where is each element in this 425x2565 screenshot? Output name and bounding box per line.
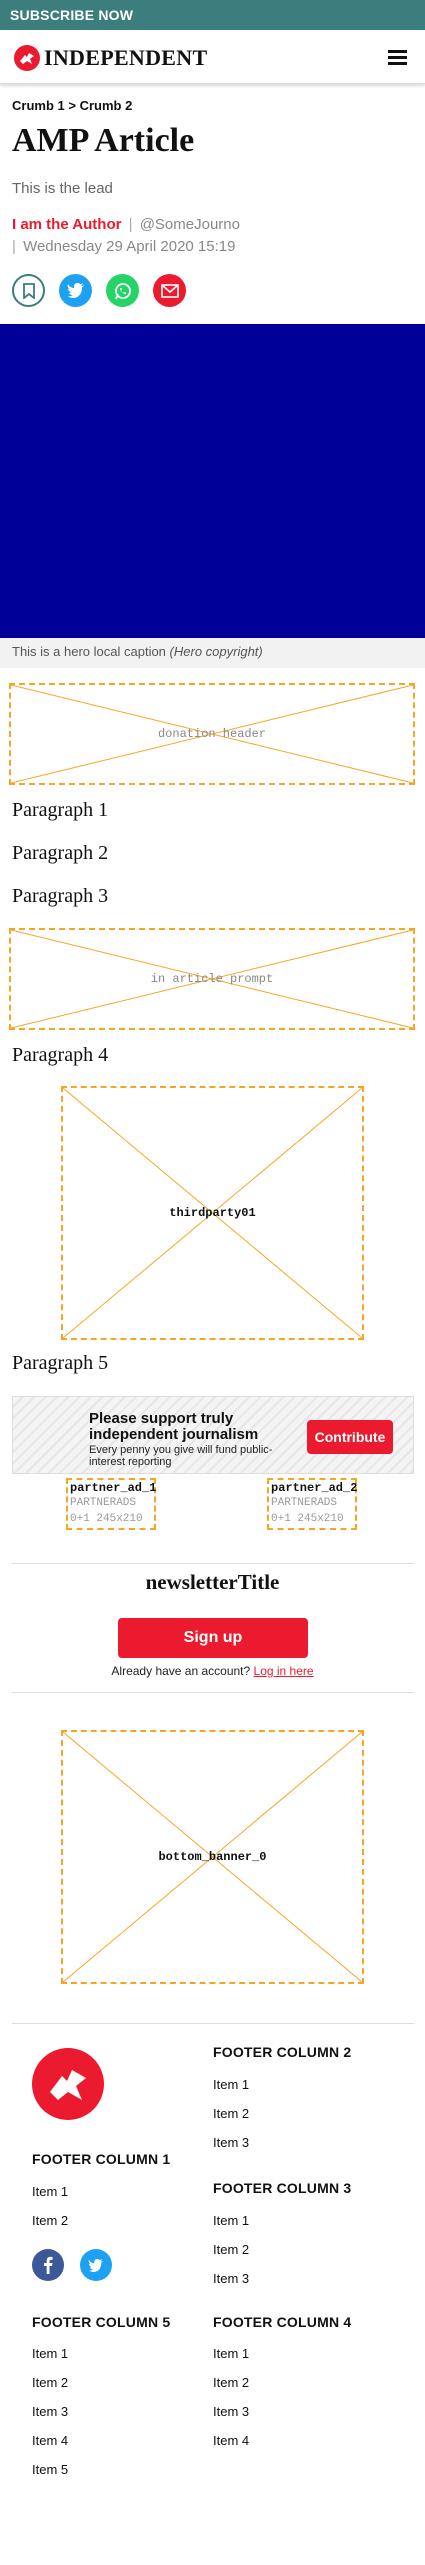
paragraph: Paragraph 4 [12, 1044, 109, 1066]
login-link[interactable]: Log in here [254, 1664, 314, 1678]
footer-link[interactable]: Item 3 [213, 2404, 249, 2419]
whatsapp-icon[interactable] [106, 274, 139, 307]
donation-header-placeholder: donation header [9, 683, 415, 785]
partner-ad-name: partner_ad_2 [271, 1481, 358, 1495]
placeholder-label: bottom_banner_0 [158, 1850, 267, 1864]
facebook-icon[interactable] [32, 2249, 64, 2281]
paragraph: Paragraph 5 [12, 1352, 109, 1374]
bottom-banner-placeholder: bottom_banner_0 [61, 1730, 364, 1984]
footer-link[interactable]: Item 1 [32, 2184, 68, 2199]
donation-banner: Please support truly independent journal… [12, 1396, 414, 1474]
twitter-icon[interactable] [80, 2249, 112, 2281]
partner-ad-size: 0+1 245x210 [70, 1513, 143, 1525]
byline-separator: | [128, 216, 133, 233]
partner-ad[interactable]: partner_ad_1 PARTNERADS 0+1 245x210 [66, 1478, 156, 1530]
hero-caption: This is a hero local caption (Hero copyr… [0, 638, 425, 668]
publish-date: Wednesday 29 April 2020 15:19 [23, 238, 236, 255]
in-article-prompt-placeholder: in article prompt [9, 928, 415, 1030]
footer-link[interactable]: Item 2 [213, 2242, 249, 2257]
divider [12, 1563, 414, 1564]
footer-column-title: FOOTER COLUMN 2 [213, 2044, 352, 2060]
divider [12, 1692, 414, 1693]
paragraph: Paragraph 2 [12, 842, 109, 864]
donation-headline: Please support truly independent journal… [89, 1410, 259, 1443]
article-lead: This is the lead [12, 180, 113, 197]
partner-ad-network: PARTNERADS [271, 1497, 338, 1509]
hero-caption-text: This is a hero local caption [12, 644, 166, 659]
placeholder-label: thirdparty01 [169, 1206, 256, 1220]
footer-link[interactable]: Item 2 [32, 2375, 68, 2390]
donation-subtext: Every penny you give will fund public-in… [89, 1444, 273, 1468]
breadcrumb-item[interactable]: Crumb 1 [12, 98, 65, 113]
footer-link[interactable]: Item 3 [213, 2135, 249, 2150]
footer-column-title: FOOTER COLUMN 1 [32, 2151, 171, 2167]
footer-link[interactable]: Item 5 [32, 2462, 68, 2477]
bookmark-icon[interactable] [12, 274, 45, 307]
footer-link[interactable]: Item 1 [213, 2077, 249, 2092]
footer-link[interactable]: Item 3 [213, 2271, 249, 2286]
footer-link[interactable]: Item 3 [32, 2404, 68, 2419]
breadcrumb-item[interactable]: Crumb 2 [80, 98, 133, 113]
partner-ad-network: PARTNERADS [70, 1497, 137, 1509]
footer-link[interactable]: Item 2 [32, 2213, 68, 2228]
sign-up-button[interactable]: Sign up [118, 1618, 308, 1658]
partner-ad-size: 0+1 245x210 [271, 1513, 344, 1525]
thirdparty-ad-placeholder: thirdparty01 [61, 1086, 364, 1340]
site-header: INDEPENDENT [0, 30, 425, 84]
footer-column-title: FOOTER COLUMN 5 [32, 2314, 171, 2330]
placeholder-label: in article prompt [150, 972, 274, 986]
footer-link[interactable]: Item 4 [32, 2433, 68, 2448]
author-handle-link[interactable]: @SomeJourno [140, 216, 240, 233]
partner-ad[interactable]: partner_ad_2 PARTNERADS 0+1 245x210 [267, 1478, 357, 1530]
byline: I am the Author | @SomeJourno | Wednesda… [12, 214, 240, 258]
twitter-icon[interactable] [59, 274, 92, 307]
byline-separator: | [12, 238, 16, 255]
newsletter-title: newsletterTitle [145, 1570, 280, 1594]
email-icon[interactable] [153, 274, 186, 307]
footer-link[interactable]: Item 1 [213, 2346, 249, 2361]
hero-image [0, 324, 425, 638]
footer-link[interactable]: Item 1 [213, 2213, 249, 2228]
breadcrumb: Crumb 1 > Crumb 2 [12, 98, 132, 113]
site-logo-text[interactable]: INDEPENDENT [44, 45, 207, 71]
placeholder-label: donation header [157, 727, 267, 741]
footer-column-title: FOOTER COLUMN 3 [213, 2180, 352, 2196]
paragraph: Paragraph 3 [12, 885, 109, 907]
eagle-logo-icon[interactable] [14, 45, 40, 71]
hamburger-menu-icon[interactable] [388, 50, 407, 66]
footer-link[interactable]: Item 2 [213, 2375, 249, 2390]
hero-copyright: (Hero copyright) [169, 644, 263, 659]
divider [12, 2023, 414, 2024]
footer-eagle-logo-icon[interactable] [32, 2048, 104, 2120]
subscribe-now-link[interactable]: SUBSCRIBE NOW [0, 0, 425, 30]
login-prompt: Already have an account? Log in here [0, 1664, 425, 1678]
author-link[interactable]: I am the Author [12, 216, 121, 233]
footer-link[interactable]: Item 4 [213, 2433, 249, 2448]
paragraph: Paragraph 1 [12, 799, 109, 821]
footer-link[interactable]: Item 1 [32, 2346, 68, 2361]
footer-link[interactable]: Item 2 [213, 2106, 249, 2121]
login-prompt-text: Already have an account? [111, 1664, 251, 1678]
contribute-button[interactable]: Contribute [307, 1420, 393, 1454]
partner-ad-name: partner_ad_1 [70, 1481, 157, 1495]
article-title: AMP Article [12, 122, 195, 159]
footer-column-title: FOOTER COLUMN 4 [213, 2314, 352, 2330]
breadcrumb-separator: > [68, 98, 76, 113]
